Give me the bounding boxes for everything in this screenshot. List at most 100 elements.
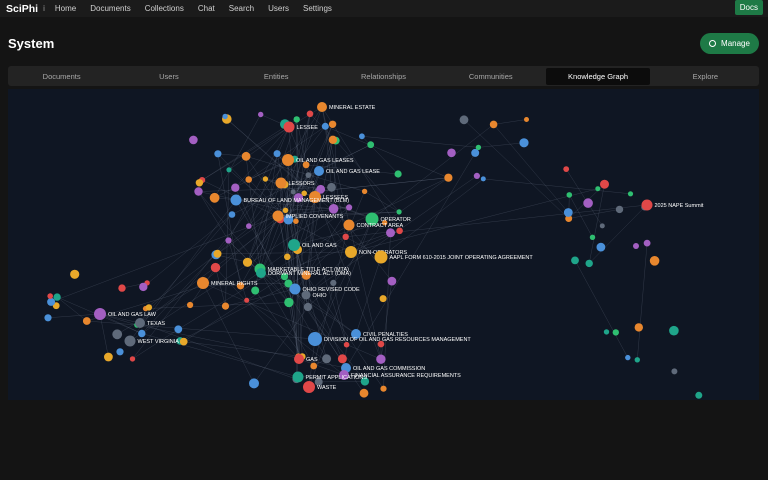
graph-node-circle[interactable]	[317, 102, 327, 112]
graph-node[interactable]	[293, 116, 300, 123]
graph-node[interactable]	[222, 113, 228, 120]
graph-node[interactable]	[627, 191, 634, 197]
graph-node[interactable]	[337, 354, 347, 364]
graph-node[interactable]	[480, 176, 486, 182]
graph-node[interactable]	[70, 269, 80, 279]
graph-node-circle[interactable]	[345, 246, 357, 258]
graph-node[interactable]	[305, 172, 312, 178]
graph-node-circle[interactable]	[197, 277, 209, 289]
graph-node[interactable]	[321, 122, 329, 130]
graph-node[interactable]	[634, 323, 643, 332]
graph-node[interactable]	[310, 362, 318, 370]
graph-node[interactable]	[489, 120, 498, 129]
brand-logo[interactable]: SciPhi	[6, 3, 38, 15]
graph-node-circle[interactable]	[282, 154, 294, 166]
graph-node[interactable]	[258, 111, 264, 118]
graph-node[interactable]	[53, 293, 61, 301]
graph-node[interactable]	[231, 183, 240, 192]
graph-node[interactable]	[379, 295, 387, 303]
docs-button[interactable]: Docs	[734, 0, 763, 15]
graph-node[interactable]	[290, 189, 296, 195]
graph-node[interactable]	[387, 276, 397, 286]
graph-node-circle[interactable]	[374, 250, 388, 264]
graph-node-circle[interactable]	[314, 166, 324, 176]
graph-node[interactable]	[44, 314, 52, 322]
graph-node-labeled[interactable]: GAS	[294, 354, 318, 364]
graph-node[interactable]	[330, 279, 337, 286]
graph-node[interactable]	[603, 329, 610, 335]
graph-node[interactable]	[139, 282, 148, 292]
graph-node[interactable]	[246, 223, 252, 229]
graph-node[interactable]	[187, 301, 194, 309]
graph-node[interactable]	[471, 148, 480, 157]
graph-node[interactable]	[643, 239, 651, 247]
nav-collections[interactable]: Collections	[145, 4, 184, 13]
graph-node-circle[interactable]	[135, 318, 145, 328]
graph-node[interactable]	[328, 135, 338, 144]
graph-node[interactable]	[524, 117, 529, 122]
graph-node[interactable]	[242, 257, 253, 267]
nav-settings[interactable]: Settings	[303, 4, 332, 13]
graph-node[interactable]	[116, 348, 124, 356]
graph-node[interactable]	[273, 150, 281, 158]
graph-node-labeled[interactable]: WEST VIRGINIA	[124, 335, 180, 347]
graph-node[interactable]	[47, 293, 53, 299]
nav-home[interactable]: Home	[55, 4, 76, 13]
graph-node[interactable]	[241, 151, 251, 161]
graph-node-labeled[interactable]: LESSEE	[283, 121, 319, 133]
graph-node[interactable]	[599, 223, 605, 229]
graph-node[interactable]	[306, 110, 314, 118]
graph-node[interactable]	[284, 253, 291, 261]
graph-node[interactable]	[129, 356, 136, 362]
graph-node[interactable]	[563, 208, 573, 217]
tab-documents[interactable]: Documents	[10, 68, 114, 85]
graph-node[interactable]	[249, 378, 259, 389]
graph-node[interactable]	[145, 304, 153, 311]
graph-node-circle[interactable]	[272, 210, 284, 222]
graph-node-circle[interactable]	[641, 199, 653, 211]
graph-node-labeled[interactable]: MINERAL RIGHTS	[197, 277, 258, 289]
graph-node[interactable]	[615, 205, 624, 214]
graph-node[interactable]	[303, 302, 312, 312]
graph-node[interactable]	[82, 317, 91, 325]
graph-node[interactable]	[226, 167, 232, 173]
graph-node-circle[interactable]	[275, 177, 287, 189]
graph-node[interactable]	[649, 256, 660, 266]
graph-node[interactable]	[447, 148, 456, 158]
graph-node[interactable]	[104, 352, 113, 362]
graph-node-circle[interactable]	[308, 332, 322, 346]
graph-node[interactable]	[112, 329, 123, 340]
graph-node[interactable]	[138, 329, 146, 338]
graph-node[interactable]	[195, 179, 204, 187]
graph-node-labeled[interactable]: TEXAS	[135, 318, 165, 328]
graph-node[interactable]	[359, 133, 365, 140]
graph-node[interactable]	[342, 233, 349, 240]
nav-documents[interactable]: Documents	[90, 4, 130, 13]
graph-node[interactable]	[633, 243, 639, 249]
tab-relationships[interactable]: Relationships	[331, 68, 435, 85]
graph-node[interactable]	[228, 211, 236, 218]
graph-node-circle[interactable]	[343, 219, 355, 231]
graph-node-circle[interactable]	[301, 290, 311, 300]
graph-node[interactable]	[346, 204, 353, 211]
graph-node[interactable]	[210, 262, 221, 273]
graph-node[interactable]	[118, 284, 126, 292]
tab-communities[interactable]: Communities	[439, 68, 543, 85]
graph-node[interactable]	[194, 187, 203, 196]
knowledge-graph-svg[interactable]: MINERAL ESTATE LESSEE OIL AND GAS LEASES OI…	[8, 89, 759, 400]
graph-node[interactable]	[189, 135, 198, 145]
graph-node-circle[interactable]	[124, 335, 136, 347]
graph-node-circle[interactable]	[292, 371, 304, 383]
graph-node[interactable]	[571, 256, 579, 265]
graph-node[interactable]	[634, 357, 640, 363]
graph-node[interactable]	[444, 173, 453, 182]
graph-node[interactable]	[563, 166, 570, 172]
knowledge-graph-canvas[interactable]: MINERAL ESTATE LESSEE OIL AND GAS LEASES OI…	[8, 89, 759, 400]
graph-node-circle[interactable]	[294, 354, 304, 364]
graph-node[interactable]	[625, 354, 631, 361]
graph-node[interactable]	[380, 385, 387, 392]
graph-node-labeled[interactable]: MINERAL ESTATE	[317, 102, 376, 112]
graph-node[interactable]	[179, 337, 188, 346]
graph-node[interactable]	[262, 176, 269, 182]
graph-node-circle[interactable]	[283, 121, 295, 133]
